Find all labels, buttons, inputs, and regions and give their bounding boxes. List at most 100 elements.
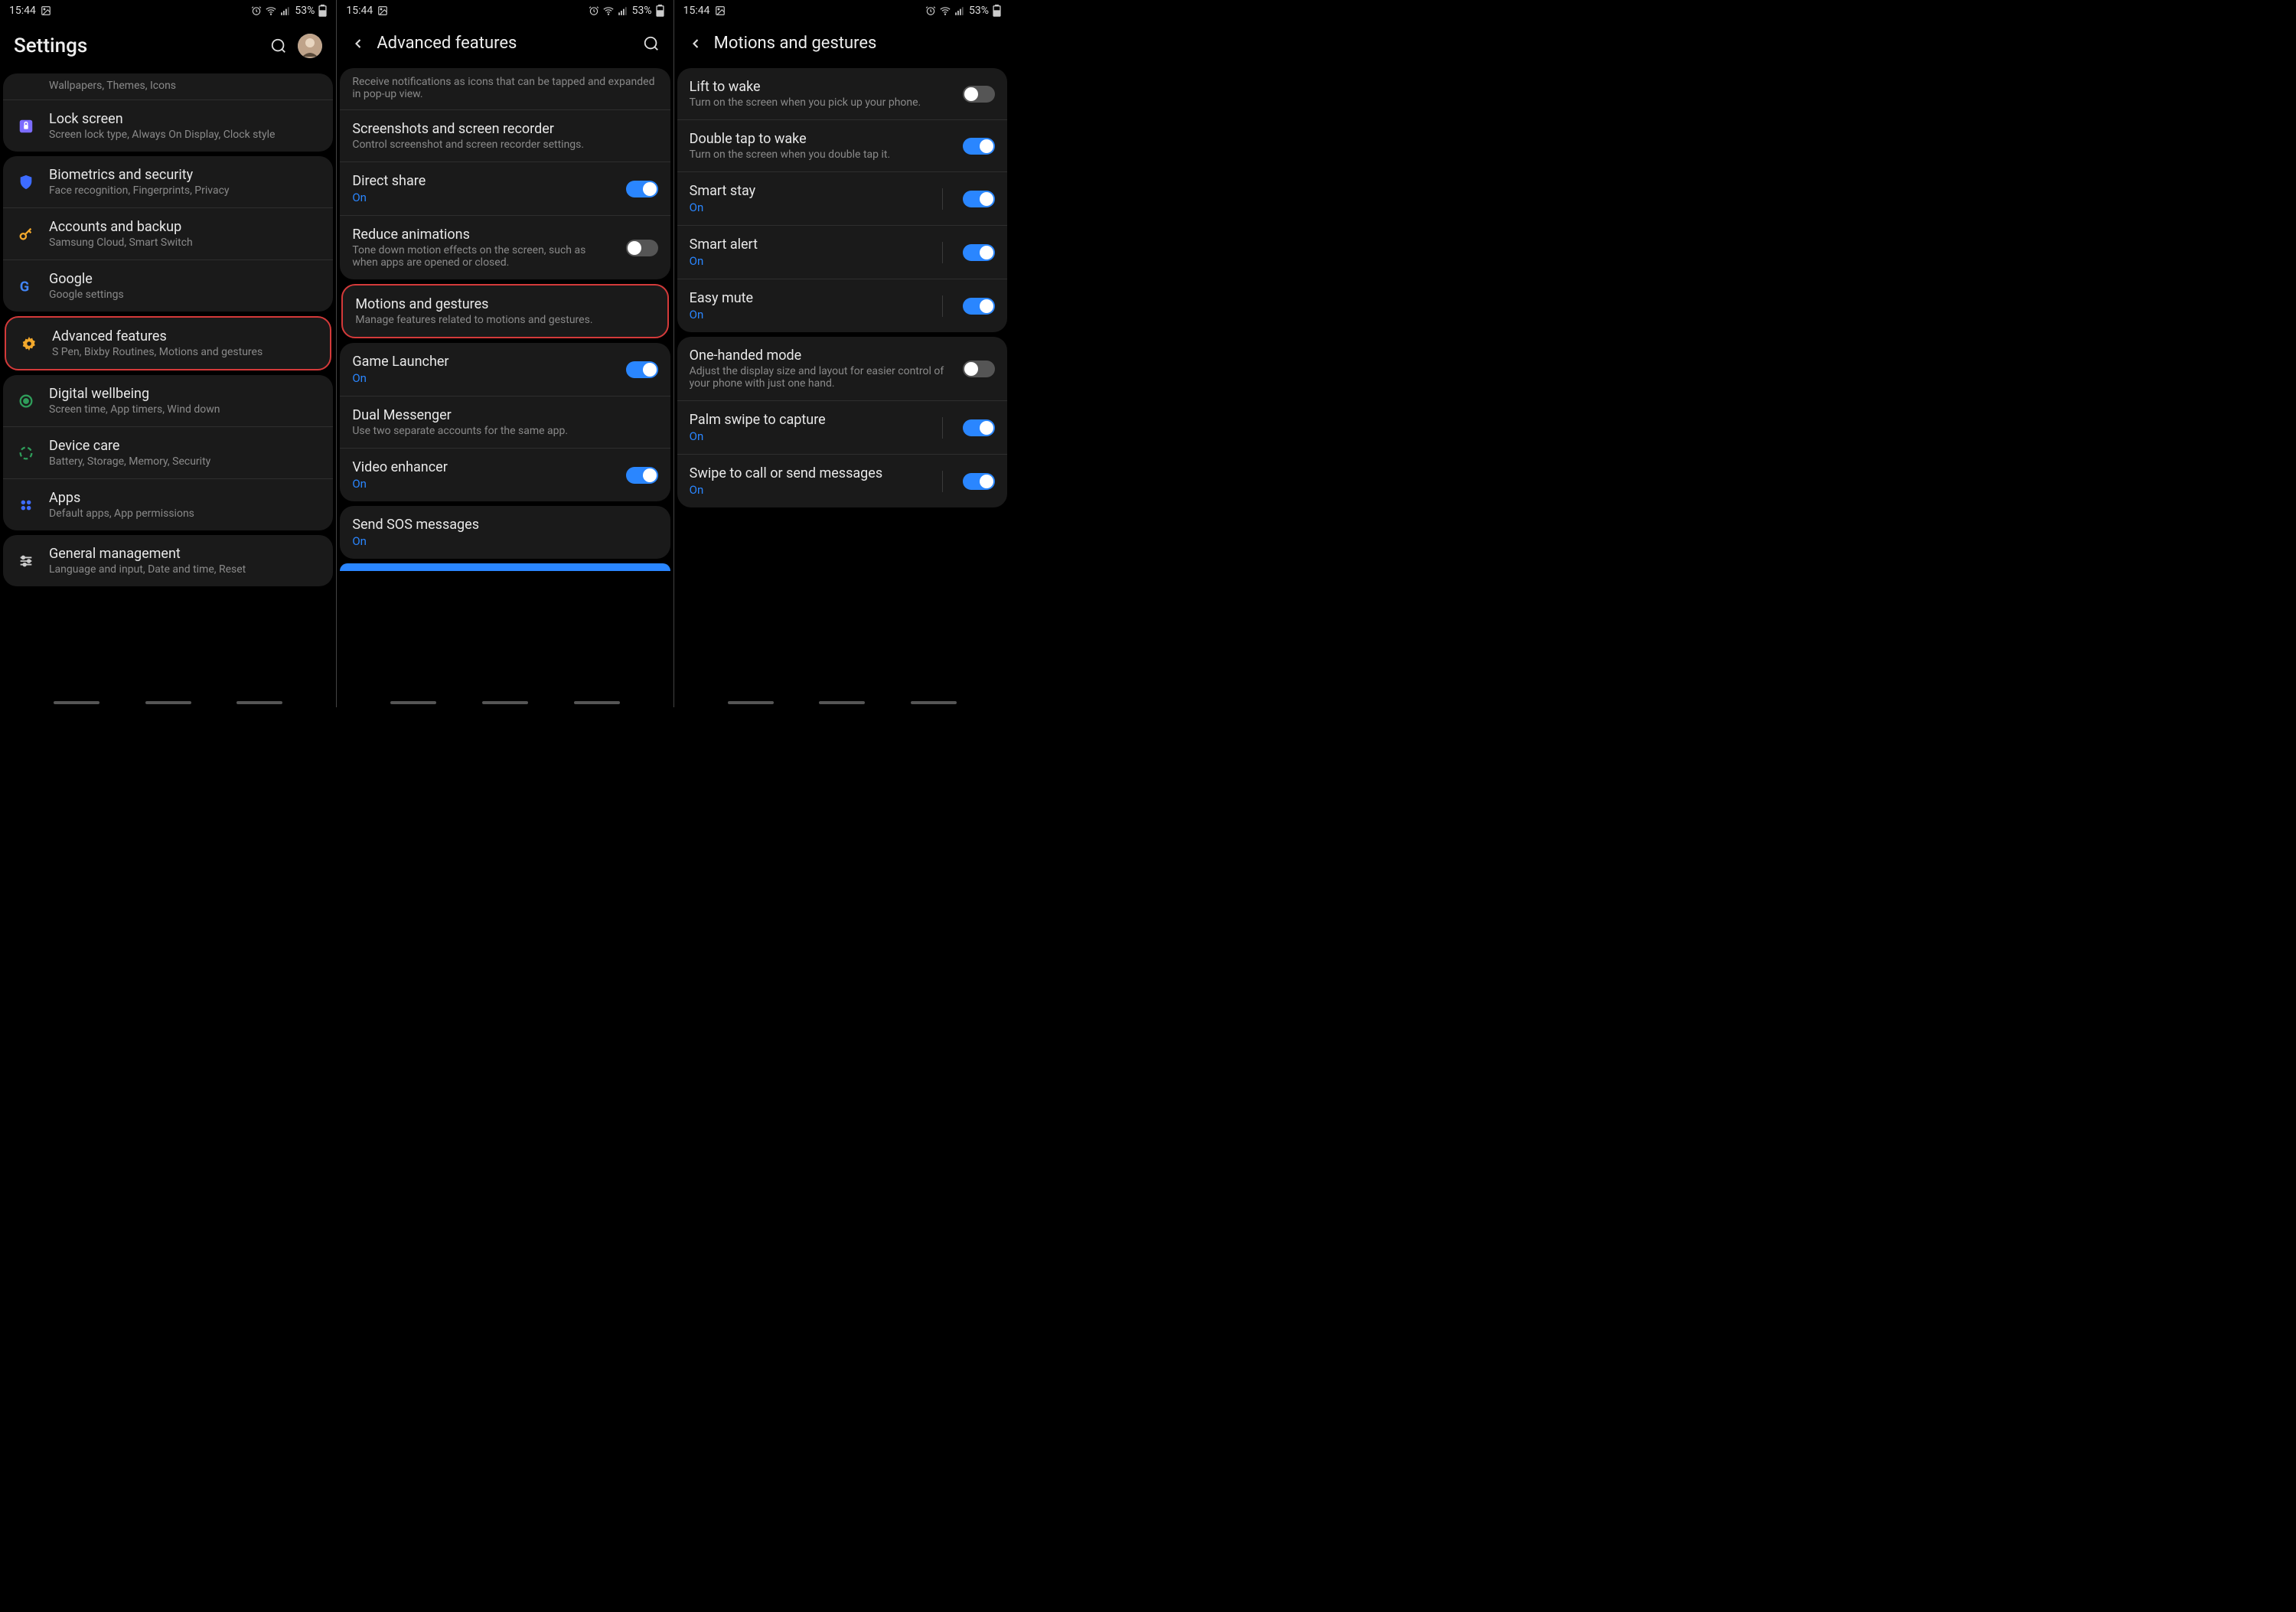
settings-item-apps[interactable]: Apps Default apps, App permissions xyxy=(3,478,333,530)
settings-group: Receive notifications as icons that can … xyxy=(340,68,670,279)
row-title: Advanced features xyxy=(52,328,318,344)
settings-item-device-care[interactable]: Device care Battery, Storage, Memory, Se… xyxy=(3,426,333,478)
toggle-lift-to-wake[interactable] xyxy=(963,86,995,103)
row-sub: Screen lock type, Always On Display, Clo… xyxy=(49,129,321,141)
settings-item-dual-messenger[interactable]: Dual Messenger Use two separate accounts… xyxy=(340,396,670,448)
row-status: On xyxy=(690,429,925,443)
settings-item-palm-swipe[interactable]: Palm swipe to capture On xyxy=(677,400,1007,454)
header: Settings xyxy=(0,26,336,69)
status-time: 15:44 xyxy=(346,5,373,17)
toggle-one-handed[interactable] xyxy=(963,361,995,377)
settings-item-general-mgmt[interactable]: General management Language and input, D… xyxy=(3,535,333,586)
back-icon[interactable] xyxy=(688,36,703,51)
image-icon xyxy=(377,5,388,16)
wifi-icon xyxy=(266,5,276,16)
settings-item-smart-stay[interactable]: Smart stay On xyxy=(677,171,1007,225)
row-sub: Wallpapers, Themes, Icons xyxy=(49,80,321,92)
settings-item-lock-screen[interactable]: Lock screen Screen lock type, Always On … xyxy=(3,100,333,152)
toggle-direct-share[interactable] xyxy=(626,181,658,197)
truncated-row[interactable]: Receive notifications as icons that can … xyxy=(340,68,670,109)
back-icon[interactable] xyxy=(351,36,366,51)
profile-avatar[interactable] xyxy=(298,34,322,58)
settings-item-double-tap-to-wake[interactable]: Double tap to wake Turn on the screen wh… xyxy=(677,119,1007,171)
battery-icon xyxy=(993,5,1001,17)
nav-bar xyxy=(674,701,1010,704)
row-title: Double tap to wake xyxy=(690,131,951,147)
settings-group: Game Launcher On Dual Messenger Use two … xyxy=(340,343,670,501)
settings-item-video-enhancer[interactable]: Video enhancer On xyxy=(340,448,670,501)
row-status: On xyxy=(352,371,613,385)
settings-item-screenshots[interactable]: Screenshots and screen recorder Control … xyxy=(340,109,670,162)
settings-item-reduce-animations[interactable]: Reduce animations Tone down motion effec… xyxy=(340,215,670,279)
row-sub: Turn on the screen when you double tap i… xyxy=(690,148,951,161)
settings-group-highlighted: Motions and gestures Manage features rel… xyxy=(341,284,668,338)
row-sub: Adjust the display size and layout for e… xyxy=(690,365,951,390)
row-title: Motions and gestures xyxy=(355,296,654,312)
row-sub: Screen time, App timers, Wind down xyxy=(49,403,321,416)
battery-icon xyxy=(656,5,664,17)
screenshots-container: 15:44 53% Settings xyxy=(0,0,1010,707)
truncated-row[interactable]: Wallpapers, Themes, Icons xyxy=(3,73,333,100)
settings-item-google[interactable]: G Google Google settings xyxy=(3,259,333,312)
row-sub: Battery, Storage, Memory, Security xyxy=(49,455,321,468)
separator xyxy=(942,188,943,210)
settings-item-lift-to-wake[interactable]: Lift to wake Turn on the screen when you… xyxy=(677,68,1007,119)
settings-item-smart-alert[interactable]: Smart alert On xyxy=(677,225,1007,279)
row-status: On xyxy=(690,254,925,268)
toggle-video-enhancer[interactable] xyxy=(626,467,658,484)
settings-item-easy-mute[interactable]: Easy mute On xyxy=(677,279,1007,332)
wifi-icon xyxy=(603,5,614,16)
settings-item-game-launcher[interactable]: Game Launcher On xyxy=(340,343,670,396)
separator xyxy=(942,417,943,439)
lock-icon xyxy=(15,118,37,135)
settings-item-wellbeing[interactable]: Digital wellbeing Screen time, App timer… xyxy=(3,375,333,426)
settings-item-accounts[interactable]: Accounts and backup Samsung Cloud, Smart… xyxy=(3,207,333,259)
signal-icon xyxy=(954,5,965,16)
row-title: Easy mute xyxy=(690,290,925,306)
toggle-palm-swipe[interactable] xyxy=(963,419,995,436)
page-title: Advanced features xyxy=(377,34,631,53)
settings-item-motions-gestures[interactable]: Motions and gestures Manage features rel… xyxy=(343,286,667,337)
toggle-swipe-to-call[interactable] xyxy=(963,473,995,490)
toggle-double-tap-to-wake[interactable] xyxy=(963,138,995,155)
alarm-icon xyxy=(251,5,262,16)
image-icon xyxy=(715,5,726,16)
row-title: Send SOS messages xyxy=(352,517,657,533)
row-title: Apps xyxy=(49,490,321,506)
row-sub: Default apps, App permissions xyxy=(49,507,321,520)
wifi-icon xyxy=(940,5,951,16)
header: Motions and gestures xyxy=(674,26,1010,64)
search-icon[interactable] xyxy=(270,38,287,54)
settings-item-advanced-features[interactable]: Advanced features S Pen, Bixby Routines,… xyxy=(6,318,330,369)
row-status: On xyxy=(690,308,925,321)
row-title: Digital wellbeing xyxy=(49,386,321,402)
row-title: One-handed mode xyxy=(690,348,951,364)
settings-group: General management Language and input, D… xyxy=(3,535,333,586)
row-sub: Face recognition, Fingerprints, Privacy xyxy=(49,184,321,197)
row-status: On xyxy=(352,191,613,204)
signal-icon xyxy=(280,5,291,16)
toggle-reduce-animations[interactable] xyxy=(626,240,658,256)
toggle-easy-mute[interactable] xyxy=(963,298,995,315)
toggle-smart-stay[interactable] xyxy=(963,191,995,207)
row-title: Game Launcher xyxy=(352,354,613,370)
shield-icon xyxy=(15,174,37,191)
row-title: Smart alert xyxy=(690,237,925,253)
settings-item-direct-share[interactable]: Direct share On xyxy=(340,162,670,215)
row-title: Swipe to call or send messages xyxy=(690,465,925,481)
row-title: Dual Messenger xyxy=(352,407,657,423)
alarm-icon xyxy=(589,5,599,16)
settings-item-send-sos[interactable]: Send SOS messages On xyxy=(340,506,670,559)
settings-item-biometrics[interactable]: Biometrics and security Face recognition… xyxy=(3,156,333,207)
settings-item-swipe-to-call[interactable]: Swipe to call or send messages On xyxy=(677,454,1007,507)
apps-icon xyxy=(15,497,37,514)
settings-item-one-handed[interactable]: One-handed mode Adjust the display size … xyxy=(677,337,1007,400)
search-icon[interactable] xyxy=(643,35,660,52)
svg-text:G: G xyxy=(20,279,30,295)
nav-bar xyxy=(0,701,336,704)
toggle-smart-alert[interactable] xyxy=(963,244,995,261)
toggle-game-launcher[interactable] xyxy=(626,361,658,378)
row-title: Video enhancer xyxy=(352,459,613,475)
settings-group: Send SOS messages On xyxy=(340,506,670,559)
row-sub: Turn on the screen when you pick up your… xyxy=(690,96,951,109)
